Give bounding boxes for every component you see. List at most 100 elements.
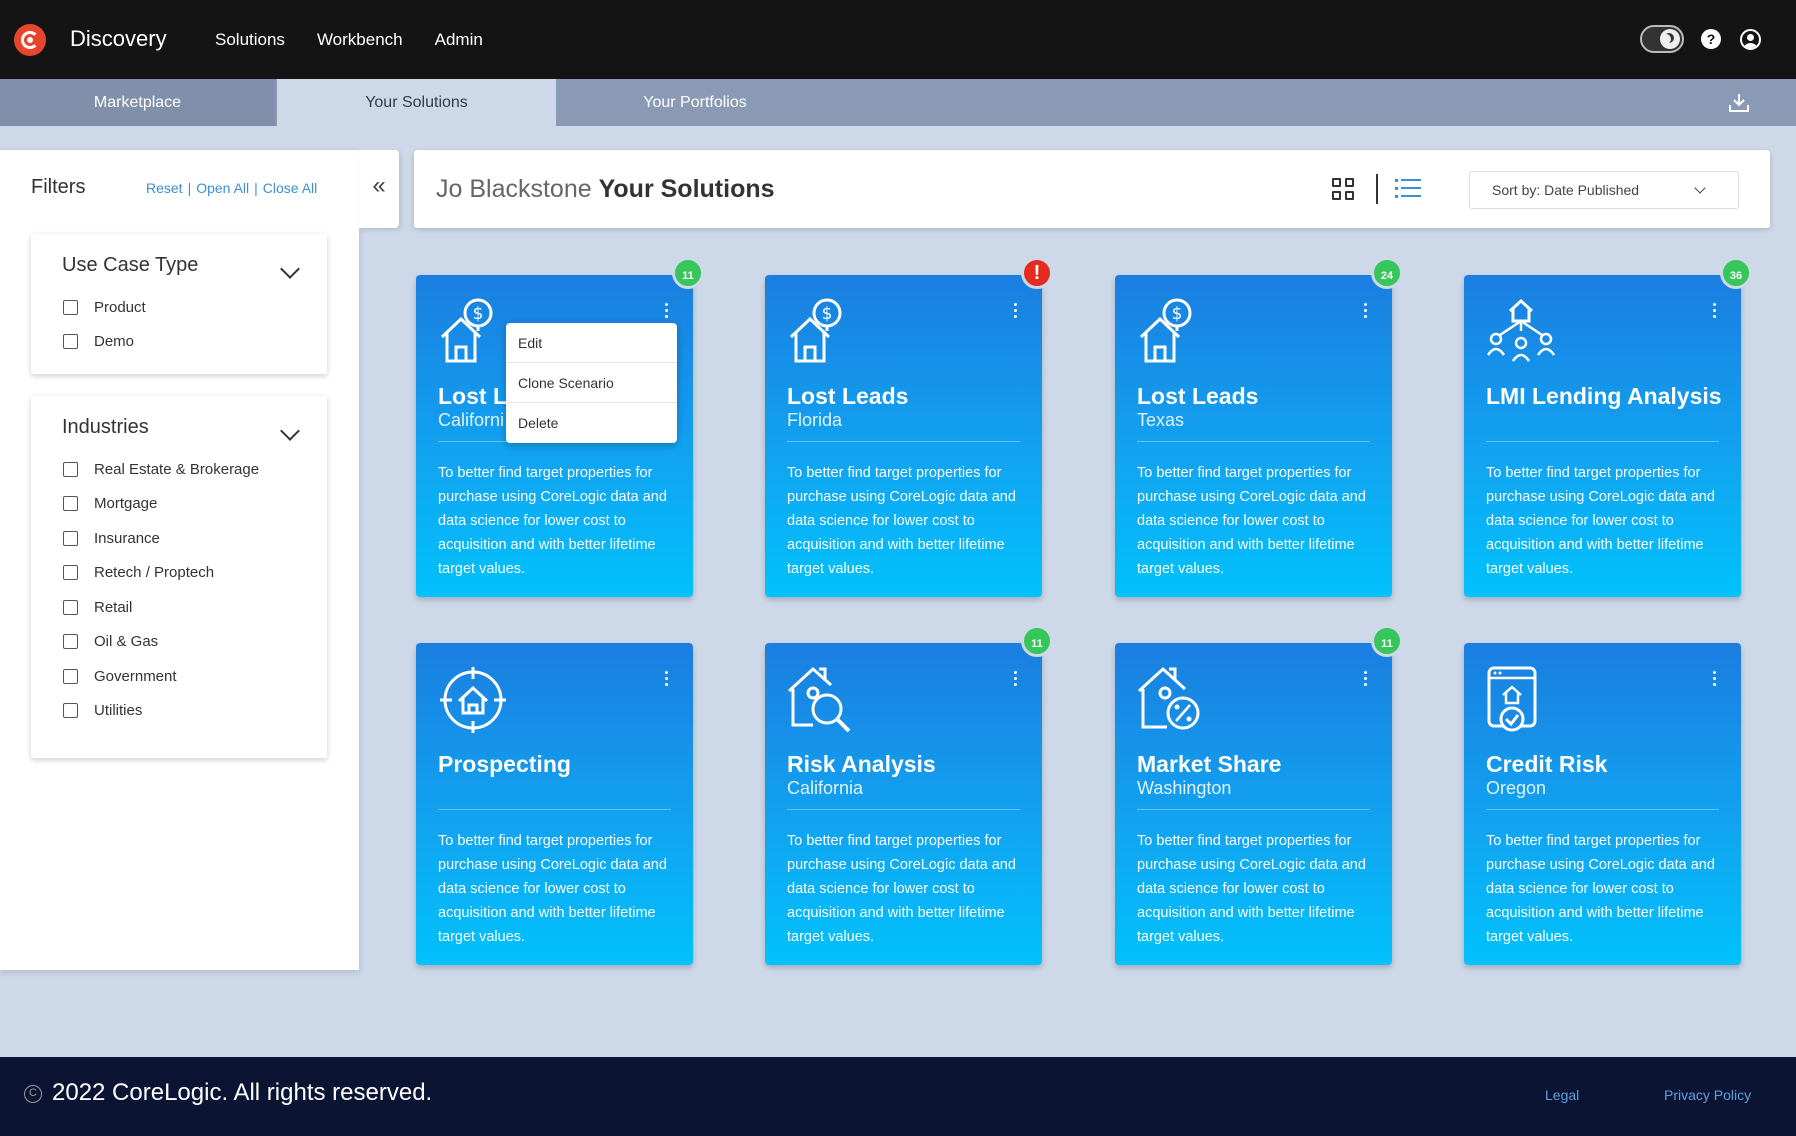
nav-solutions[interactable]: Solutions bbox=[215, 30, 285, 50]
checkbox[interactable] bbox=[63, 702, 78, 718]
grid-view-icon[interactable] bbox=[1332, 178, 1354, 200]
filter-option-label: Utilities bbox=[94, 701, 143, 719]
card-description: To better find target properties for pur… bbox=[1486, 833, 1715, 945]
chevron-down-icon[interactable] bbox=[280, 421, 300, 441]
reset-link[interactable]: Reset bbox=[146, 180, 183, 196]
close-all-link[interactable]: Close All bbox=[263, 180, 317, 196]
house-dollar-icon: $ bbox=[438, 297, 498, 365]
page-title: Jo Blackstone Your Solutions bbox=[436, 175, 775, 204]
filters-title: Filters bbox=[31, 176, 86, 198]
divider bbox=[438, 809, 671, 810]
chevron-down-icon bbox=[1694, 182, 1706, 194]
collapse-panel-button[interactable]: « bbox=[359, 150, 399, 228]
count-badge: 24 bbox=[1371, 257, 1403, 289]
double-chevron-left-icon: « bbox=[372, 172, 386, 199]
legal-link[interactable]: Legal bbox=[1545, 1087, 1579, 1103]
more-options-icon[interactable] bbox=[1364, 671, 1368, 687]
filter-option: Demo bbox=[63, 331, 134, 351]
app-brand[interactable]: Discovery bbox=[70, 26, 167, 52]
checkbox[interactable] bbox=[63, 333, 78, 349]
more-options-icon[interactable] bbox=[1014, 671, 1018, 687]
filter-option-label: Real Estate & Brokerage bbox=[94, 460, 260, 478]
solution-card[interactable]: Market Share Washington To better find tar… bbox=[1115, 643, 1392, 965]
corelogic-logo-icon[interactable] bbox=[14, 24, 46, 56]
svg-text:$: $ bbox=[473, 304, 484, 324]
sort-label: Sort by: Date Published bbox=[1492, 182, 1640, 198]
nav-admin[interactable]: Admin bbox=[435, 30, 483, 50]
card-title: Market Share bbox=[1137, 751, 1282, 777]
solution-card[interactable]: $ Lost Leads Florida To better find target … bbox=[765, 275, 1042, 597]
more-options-icon[interactable] bbox=[1713, 671, 1717, 687]
tab-your-portfolios[interactable]: Your Portfolios bbox=[556, 79, 834, 126]
solution-card[interactable]: $ Lost Leads Texas To better find target pr… bbox=[1115, 275, 1392, 597]
count-badge: 36 bbox=[1720, 257, 1752, 289]
card-title: Lost Leads bbox=[1137, 383, 1259, 409]
copyright-icon: C bbox=[24, 1084, 42, 1103]
menu-item-delete[interactable]: Delete bbox=[506, 403, 677, 443]
download-icon[interactable] bbox=[1728, 92, 1750, 114]
filters-actions: Reset | Open All | Close All bbox=[146, 180, 318, 196]
user-profile-icon[interactable] bbox=[1740, 29, 1761, 50]
card-context-menu: Edit Clone Scenario Delete bbox=[506, 323, 677, 443]
card-subtitle: Californi bbox=[438, 410, 505, 430]
tab-your-solutions[interactable]: Your Solutions bbox=[277, 79, 556, 126]
document-check-icon bbox=[1486, 665, 1546, 733]
solution-card[interactable]: Risk Analysis California To better find ta… bbox=[765, 643, 1042, 965]
filter-option: Utilities bbox=[63, 700, 142, 720]
solution-card[interactable]: LMI Lending Analysis To better find targe… bbox=[1464, 275, 1741, 597]
privacy-policy-link[interactable]: Privacy Policy bbox=[1664, 1087, 1751, 1103]
more-options-icon[interactable] bbox=[1713, 303, 1717, 319]
solution-card[interactable]: Prospecting To better find target propert… bbox=[416, 643, 693, 965]
checkbox[interactable] bbox=[63, 564, 78, 580]
divider bbox=[1137, 441, 1370, 442]
checkbox[interactable] bbox=[63, 461, 78, 477]
filter-option-label: Demo bbox=[94, 332, 135, 350]
user-name: Jo Blackstone bbox=[436, 175, 592, 203]
filter-group-use-case-type: Use Case Type Product Demo bbox=[31, 234, 327, 374]
open-all-link[interactable]: Open All bbox=[196, 180, 249, 196]
card-description: To better find target properties for pur… bbox=[787, 833, 1016, 945]
dark-mode-toggle[interactable] bbox=[1640, 25, 1684, 53]
filter-option-label: Mortgage bbox=[94, 494, 158, 512]
card-description: To better find target properties for pur… bbox=[787, 465, 1016, 577]
filter-option-label: Retail bbox=[94, 598, 133, 616]
list-view-icon[interactable] bbox=[1395, 179, 1421, 199]
more-options-icon[interactable] bbox=[665, 303, 669, 319]
alert-badge: ! bbox=[1021, 257, 1053, 289]
chevron-down-icon[interactable] bbox=[280, 259, 300, 279]
card-subtitle: Oregon bbox=[1486, 778, 1547, 798]
filter-option-label: Insurance bbox=[94, 529, 160, 547]
help-icon[interactable]: ? bbox=[1701, 29, 1721, 49]
footer: C 2022 CoreLogic. All rights reserved. Le… bbox=[0, 1057, 1796, 1136]
checkbox[interactable] bbox=[63, 530, 78, 546]
card-title: Risk Analysis bbox=[787, 751, 936, 777]
checkbox[interactable] bbox=[63, 668, 78, 684]
filter-option: Government bbox=[63, 666, 177, 686]
tab-marketplace[interactable]: Marketplace bbox=[0, 79, 275, 126]
filter-group-title: Use Case Type bbox=[62, 254, 199, 276]
divider bbox=[787, 441, 1020, 442]
checkbox[interactable] bbox=[63, 633, 78, 649]
count-badge: 11 bbox=[1021, 625, 1053, 657]
nav-workbench[interactable]: Workbench bbox=[317, 30, 403, 50]
svg-text:$: $ bbox=[1172, 304, 1183, 324]
moon-icon bbox=[1660, 29, 1680, 49]
more-options-icon[interactable] bbox=[1014, 303, 1018, 319]
menu-item-edit[interactable]: Edit bbox=[506, 323, 677, 363]
filter-group-industries: Industries Real Estate & Brokerage Mortg… bbox=[31, 396, 327, 758]
solution-card[interactable]: Credit Risk Oregon To better find target p… bbox=[1464, 643, 1741, 965]
card-description: To better find target properties for pur… bbox=[438, 465, 667, 577]
sort-dropdown[interactable]: Sort by: Date Published bbox=[1469, 171, 1739, 209]
copyright-text: 2022 CoreLogic. All rights reserved. bbox=[52, 1079, 433, 1106]
solutions-header: Jo Blackstone Your Solutions Sort by: Da… bbox=[414, 150, 1770, 228]
svg-text:$: $ bbox=[822, 304, 833, 324]
checkbox[interactable] bbox=[63, 599, 78, 615]
more-options-icon[interactable] bbox=[1364, 303, 1368, 319]
card-subtitle: California bbox=[787, 778, 864, 798]
checkbox[interactable] bbox=[63, 495, 78, 511]
tab-bar: Marketplace Your Solutions Your Portfoli… bbox=[0, 79, 1796, 126]
divider bbox=[1486, 441, 1719, 442]
menu-item-clone-scenario[interactable]: Clone Scenario bbox=[506, 363, 677, 403]
more-options-icon[interactable] bbox=[665, 671, 669, 687]
checkbox[interactable] bbox=[63, 299, 78, 315]
